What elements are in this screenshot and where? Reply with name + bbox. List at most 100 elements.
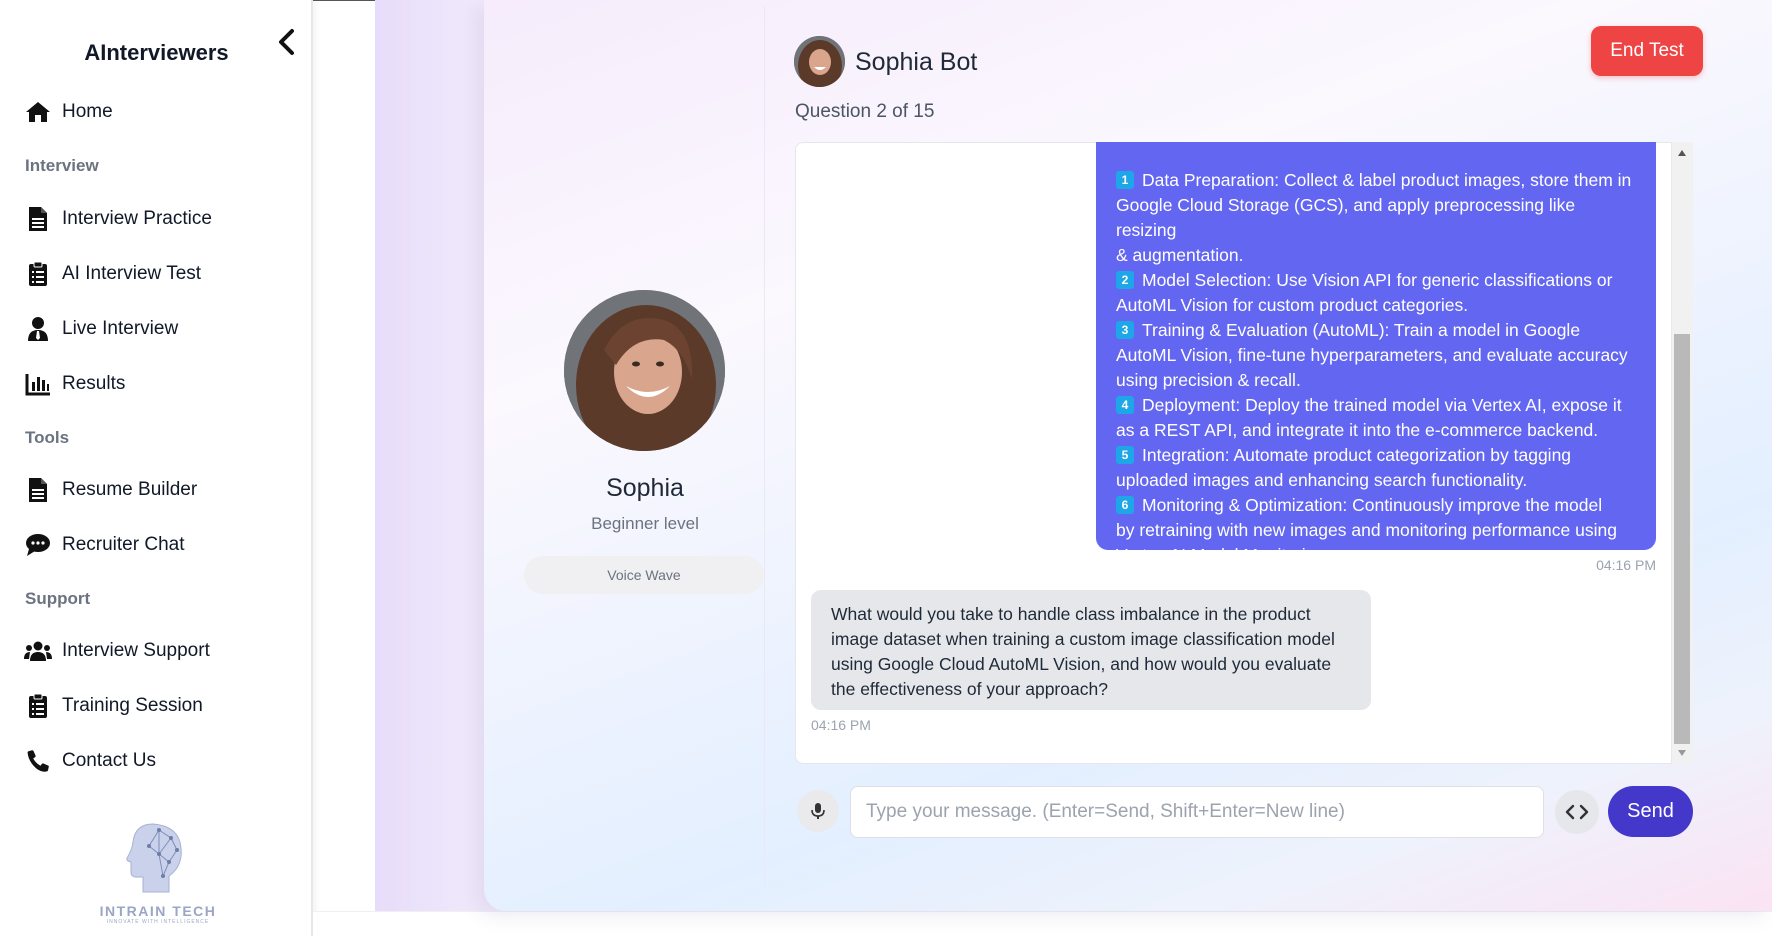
- profile-name: Sophia: [606, 474, 684, 502]
- number-badge: 1: [1116, 171, 1134, 189]
- bot-name: Sophia Bot: [855, 48, 978, 76]
- message-line: AutoML Vision for custom product categor…: [1116, 293, 1636, 318]
- home-icon: [24, 98, 52, 126]
- profile-level: Beginner level: [591, 514, 699, 533]
- head-network-icon: [126, 823, 182, 893]
- message-text: AutoML Vision for custom product categor…: [1116, 295, 1469, 315]
- sidebar-item-interview-practice[interactable]: Interview Practice: [24, 201, 212, 237]
- voice-wave: Voice Wave: [524, 556, 764, 594]
- message-text: & augmentation.: [1116, 245, 1244, 265]
- message-input[interactable]: [850, 786, 1544, 838]
- sidebar-item-home[interactable]: Home: [24, 94, 113, 130]
- sidebar-item-training-session[interactable]: Training Session: [24, 688, 203, 724]
- sidebar-item-label: AI Interview Test: [62, 263, 202, 284]
- message-line: 4 Deployment: Deploy the trained model vi…: [1116, 393, 1636, 418]
- sidebar-item-live-interview[interactable]: Live Interview: [24, 311, 178, 347]
- number-badge: 6: [1116, 496, 1134, 514]
- message-line: uploaded images and enhancing search fun…: [1116, 468, 1636, 493]
- message-text: using precision & recall.: [1116, 370, 1301, 390]
- message-text: Integration: Automate product categoriza…: [1142, 445, 1572, 465]
- message-text: Google Cloud Storage (GCS), and apply pr…: [1116, 195, 1576, 240]
- clipboard-icon: [24, 692, 52, 720]
- message-text: Training & Evaluation (AutoML): Train a …: [1142, 320, 1581, 340]
- send-button[interactable]: Send: [1608, 786, 1693, 837]
- logo-name: INTRAIN TECH: [99, 903, 217, 919]
- sidebar-item-label: Interview Support: [62, 640, 210, 661]
- sidebar-item-label: Results: [62, 373, 126, 394]
- message-text: Model Selection: Use Vision API for gene…: [1142, 270, 1613, 290]
- microphone-icon: [811, 803, 825, 819]
- message-timestamp: 04:16 PM: [1596, 557, 1656, 573]
- sidebar-item-contact-us[interactable]: Contact Us: [24, 743, 156, 779]
- message-line: by retraining with new images and monito…: [1116, 518, 1636, 543]
- number-badge: 2: [1116, 271, 1134, 289]
- bottom-strip: [313, 911, 1772, 936]
- message-line: as a REST API, and integrate it into the…: [1116, 418, 1636, 443]
- code-toggle-button[interactable]: [1555, 790, 1599, 834]
- microphone-button[interactable]: [797, 790, 839, 832]
- message-line: 6 Monitoring & Optimization: Continuously…: [1116, 493, 1636, 518]
- panel-divider: [764, 6, 765, 886]
- users-icon: [24, 637, 52, 665]
- chat-icon: [24, 531, 52, 559]
- avatar: [564, 290, 725, 451]
- message-line: 5 Integration: Automate product categoriz…: [1116, 443, 1636, 468]
- message-line: Vertex AI Model Monitoring.: [1116, 543, 1636, 568]
- sidebar-item-label: Recruiter Chat: [62, 534, 185, 555]
- scroll-up-button[interactable]: [1673, 145, 1691, 161]
- triangle-up-icon: [1678, 150, 1686, 156]
- bar-chart-icon: [24, 370, 52, 398]
- clipboard-icon: [24, 260, 52, 288]
- message-line: Google Cloud Storage (GCS), and apply pr…: [1116, 193, 1636, 243]
- message-text: as a REST API, and integrate it into the…: [1116, 420, 1599, 440]
- bot-message-bubble: What would you take to handle class imba…: [811, 590, 1371, 710]
- message-line: AutoML Vision, fine-tune hyperparameters…: [1116, 343, 1636, 368]
- collapse-sidebar-button[interactable]: [272, 26, 300, 58]
- sidebar-item-resume-builder[interactable]: Resume Builder: [24, 472, 197, 508]
- sidebar-item-label: Resume Builder: [62, 479, 198, 500]
- user-tie-icon: [24, 315, 52, 343]
- sidebar-item-ai-interview-test[interactable]: AI Interview Test: [24, 256, 201, 292]
- message-line: 2 Model Selection: Use Vision API for gen…: [1116, 268, 1636, 293]
- question-counter: Question 2 of 15: [795, 101, 935, 122]
- message-line: 3 Training & Evaluation (AutoML): Train a…: [1116, 318, 1636, 343]
- sidebar-item-interview-support[interactable]: Interview Support: [24, 633, 210, 669]
- section-label-interview: Interview: [25, 156, 99, 175]
- scroll-down-button[interactable]: [1673, 745, 1691, 761]
- message-text: Vertex AI Model Monitoring.: [1116, 545, 1330, 565]
- message-timestamp: 04:16 PM: [811, 717, 871, 733]
- sidebar-item-results[interactable]: Results: [24, 366, 125, 402]
- phone-icon: [24, 747, 52, 775]
- sidebar-item-label: Contact Us: [62, 750, 156, 771]
- message-text: by retraining with new images and monito…: [1116, 520, 1617, 540]
- sidebar-item-label: Interview Practice: [62, 208, 212, 229]
- document-icon: [24, 476, 52, 504]
- message-line: using precision & recall.: [1116, 368, 1636, 393]
- sidebar-item-label: Training Session: [62, 695, 203, 716]
- user-message-bubble: 1 Data Preparation: Collect & label produ…: [1096, 142, 1656, 565]
- message-text: Monitoring & Optimization: Continuously …: [1142, 495, 1603, 515]
- message-text: Data Preparation: Collect & label produc…: [1142, 170, 1632, 190]
- sidebar-item-label: Live Interview: [62, 318, 179, 339]
- brand-title: AInterviewers: [84, 40, 229, 65]
- message-line: 1 Data Preparation: Collect & label produ…: [1116, 168, 1636, 193]
- triangle-down-icon: [1678, 750, 1686, 756]
- message-text: uploaded images and enhancing search fun…: [1116, 470, 1528, 490]
- logo-tagline: INNOVATE WITH INTELLIGENCE: [106, 919, 210, 925]
- scrollbar-thumb[interactable]: [1674, 334, 1690, 744]
- code-icon: [1565, 804, 1589, 820]
- section-label-tools: Tools: [25, 428, 70, 447]
- sidebar-item-recruiter-chat[interactable]: Recruiter Chat: [24, 527, 185, 563]
- message-text: Deployment: Deploy the trained model via…: [1142, 395, 1622, 415]
- chevron-left-icon: [279, 29, 294, 55]
- sidebar: AInterviewers Home Interview Interview P…: [0, 0, 313, 936]
- bot-avatar: [794, 36, 845, 92]
- company-logo: INTRAIN TECH INNOVATE WITH INTELLIGENCE: [96, 820, 220, 925]
- sidebar-item-label: Home: [62, 101, 113, 122]
- message-text: AutoML Vision, fine-tune hyperparameters…: [1116, 345, 1628, 365]
- end-test-button[interactable]: End Test: [1591, 26, 1703, 76]
- number-badge: 3: [1116, 321, 1134, 339]
- message-line: & augmentation.: [1116, 243, 1636, 268]
- number-badge: 4: [1116, 396, 1134, 414]
- section-label-support: Support: [25, 589, 91, 608]
